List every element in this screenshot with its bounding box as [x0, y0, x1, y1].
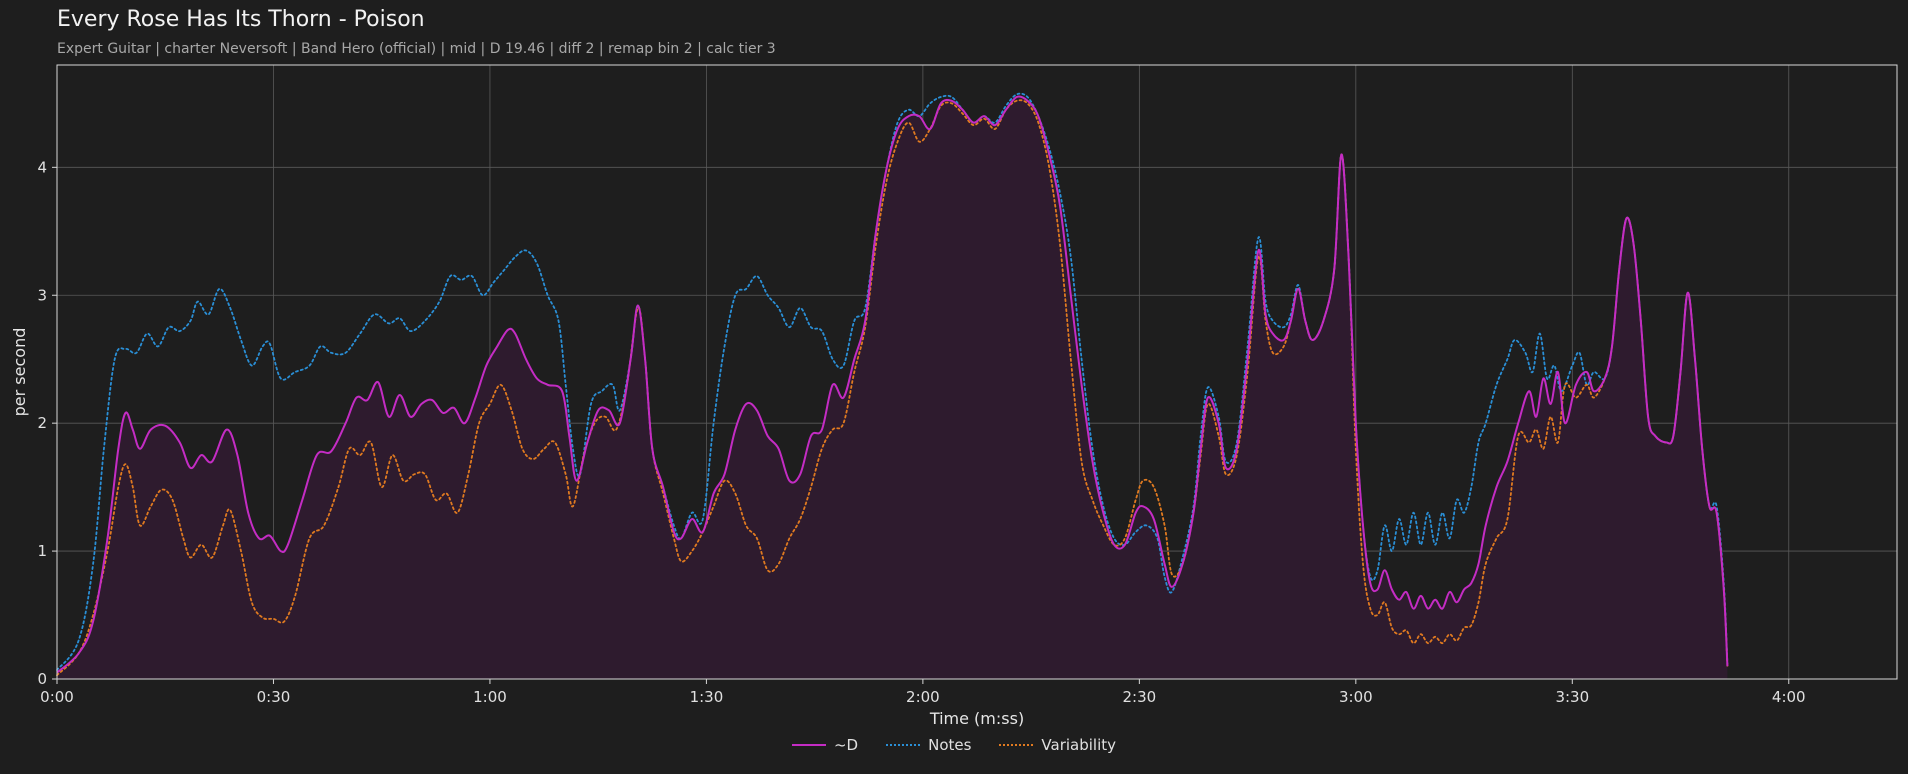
legend-label: Notes	[928, 736, 972, 754]
legend-label: ~D	[833, 736, 859, 754]
d-area-fill	[57, 96, 1728, 680]
x-tick-label: 1:00	[473, 688, 507, 706]
x-tick-label: 2:00	[906, 688, 940, 706]
y-tick-label: 1	[37, 542, 47, 560]
x-tick-label: 3:30	[1555, 688, 1589, 706]
legend-swatch	[791, 744, 826, 746]
d-area-fill-layer	[57, 96, 1728, 680]
y-tick-label: 2	[37, 414, 47, 432]
y-tick-label: 0	[37, 670, 47, 688]
x-tick-label: 4:00	[1772, 688, 1806, 706]
y-tick-label: 3	[37, 286, 47, 304]
x-tick-label: 0:00	[40, 688, 74, 706]
legend-swatch	[999, 744, 1034, 746]
x-axis-label: Time (m:ss)	[929, 709, 1024, 728]
legend: ~D Notes Variability	[0, 736, 1908, 754]
legend-item: Variability	[999, 736, 1116, 754]
legend-label: Variability	[1041, 736, 1117, 754]
y-tick-label: 4	[37, 158, 47, 176]
x-tick-label: 2:30	[1123, 688, 1157, 706]
legend-swatch	[886, 744, 921, 746]
x-tick-label: 1:30	[690, 688, 724, 706]
x-tick-label: 0:30	[257, 688, 291, 706]
line-chart: 0:00 0:30 1:00 1:30 2:00 2:30 3:00 3:30 4:00 0 1 2 3…	[10, 64, 1898, 728]
legend-item: Notes	[886, 736, 971, 754]
y-axis-label: per second	[10, 328, 29, 417]
x-tick-label: 3:00	[1339, 688, 1373, 706]
legend-item: ~D	[791, 736, 859, 754]
